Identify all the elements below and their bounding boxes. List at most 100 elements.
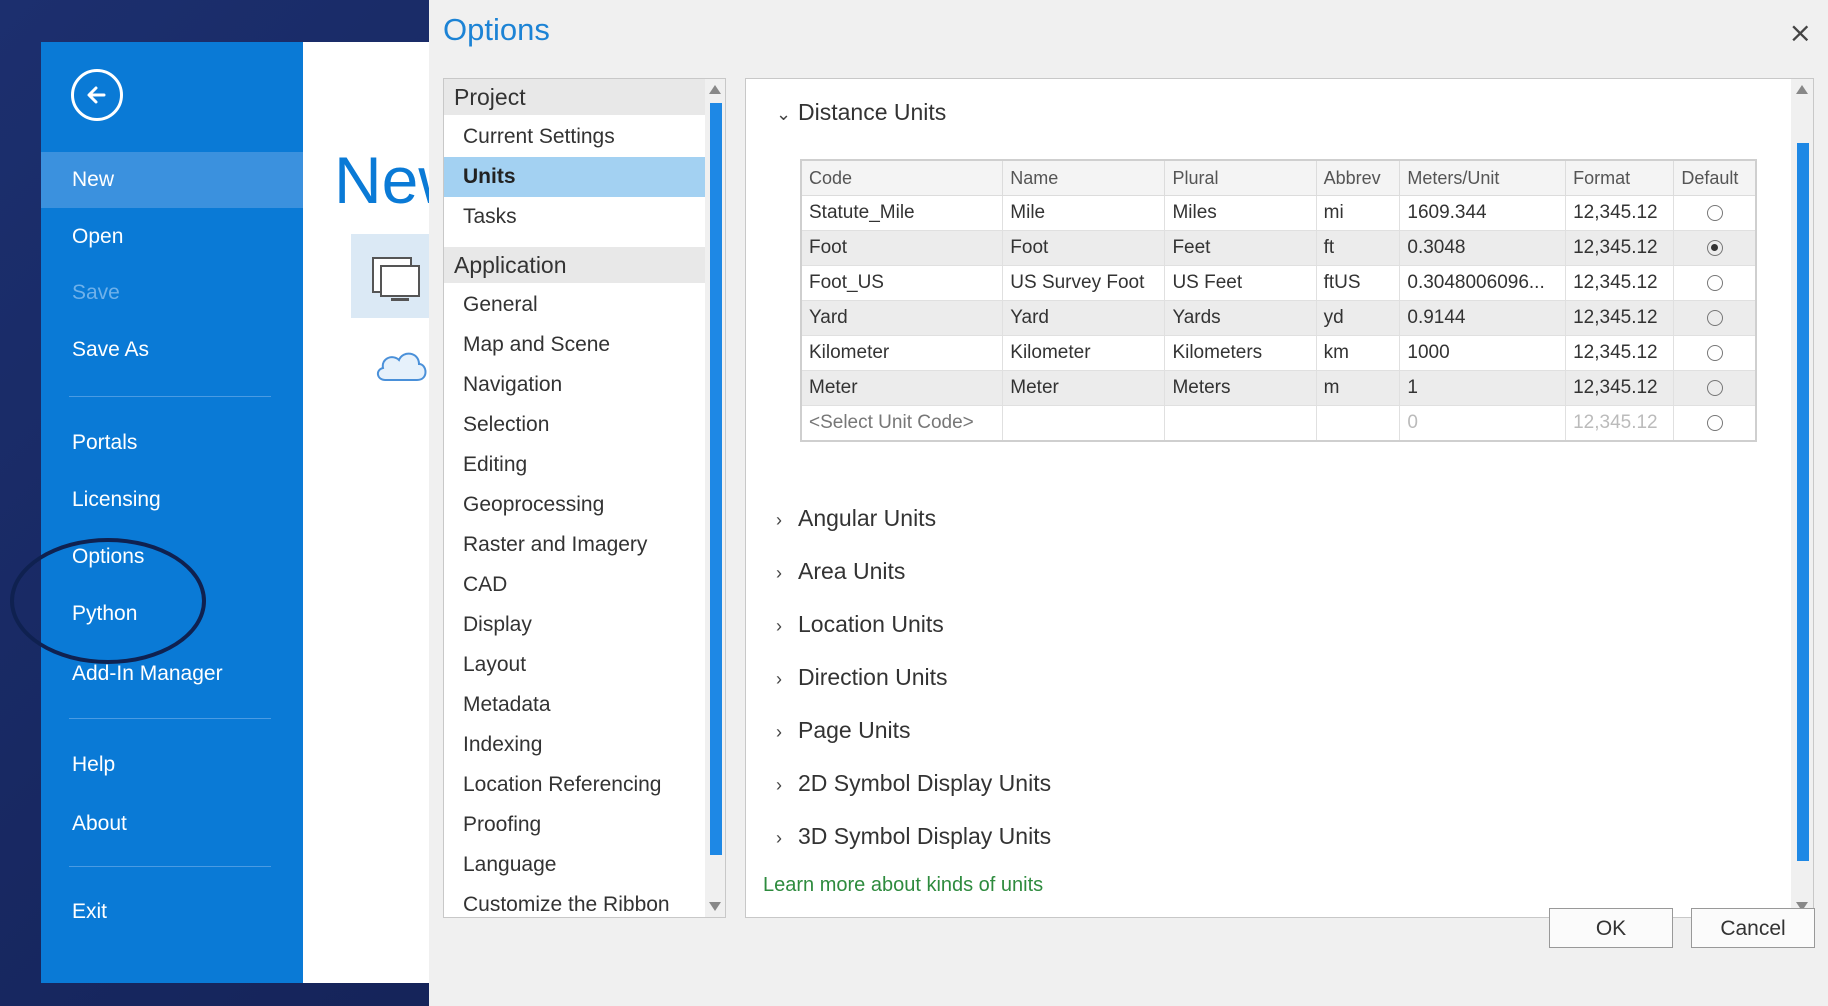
cell-plural[interactable]: US Feet [1164,265,1317,301]
cell-format[interactable]: 12,345.12 [1565,265,1675,301]
scroll-thumb[interactable] [710,103,722,855]
default-radio[interactable] [1706,309,1723,326]
column-header-meters-unit[interactable]: Meters/Unit [1399,159,1567,196]
default-radio[interactable] [1706,204,1723,221]
cell-meters[interactable]: 0.9144 [1399,300,1567,336]
section-area-units[interactable]: › Area Units [776,558,905,585]
scroll-thumb[interactable] [1797,143,1809,861]
nav-item-indexing[interactable]: Indexing [444,725,706,765]
default-radio[interactable] [1706,379,1723,396]
nav-item-customize-the-ribbon[interactable]: Customize the Ribbon [444,885,706,917]
cell-format[interactable]: 12,345.12 [1565,195,1675,231]
backstage-item-open[interactable]: Open [41,209,303,265]
column-header-format[interactable]: Format [1565,159,1675,196]
cell-meters[interactable]: 0.3048006096... [1399,265,1567,301]
backstage-item-save-as[interactable]: Save As [41,322,303,378]
cell-format[interactable]: 12,345.12 [1565,230,1675,266]
nav-item-selection[interactable]: Selection [444,405,706,445]
cell-abbrev[interactable]: m [1315,370,1401,406]
nav-item-location-referencing[interactable]: Location Referencing [444,765,706,805]
nav-item-editing[interactable]: Editing [444,445,706,485]
cell-abbrev[interactable] [1315,405,1401,442]
table-row[interactable]: Kilometer Kilometer Kilometers km 1000 1… [800,335,1757,371]
backstage-item-new[interactable]: New [41,152,303,208]
table-row[interactable]: Meter Meter Meters m 1 12,345.12 [800,370,1757,406]
cell-plural[interactable]: Feet [1164,230,1317,266]
nav-item-layout[interactable]: Layout [444,645,706,685]
cell-meters[interactable]: 0.3048 [1399,230,1567,266]
cell-format[interactable]: 12,345.12 [1565,370,1675,406]
ok-button[interactable]: OK [1549,908,1673,948]
scroll-down-icon[interactable] [709,902,721,911]
nav-item-navigation[interactable]: Navigation [444,365,706,405]
cell-name[interactable]: Mile [1002,195,1166,231]
nav-item-cad[interactable]: CAD [444,565,706,605]
nav-item-map-and-scene[interactable]: Map and Scene [444,325,706,365]
nav-item-metadata[interactable]: Metadata [444,685,706,725]
default-radio[interactable] [1706,274,1723,291]
section-direction-units[interactable]: › Direction Units [776,664,948,691]
table-row[interactable]: Statute_Mile Mile Miles mi 1609.344 12,3… [800,195,1757,231]
table-row-placeholder[interactable]: <Select Unit Code> 0 12,345.12 [800,405,1757,442]
cell-name[interactable]: Foot [1002,230,1166,266]
cell-code[interactable]: Foot_US [800,265,1004,301]
cell-abbrev[interactable]: km [1315,335,1401,371]
table-row[interactable]: Foot Foot Feet ft 0.3048 12,345.12 [800,230,1757,266]
nav-item-units[interactable]: Units [444,157,706,197]
section-distance-units[interactable]: ⌄ Distance Units [776,99,946,126]
default-radio-selected[interactable] [1706,239,1723,256]
cell-meters[interactable]: 1000 [1399,335,1567,371]
cell-code[interactable]: Kilometer [800,335,1004,371]
column-header-code[interactable]: Code [800,159,1004,196]
cell-plural[interactable] [1164,405,1317,442]
cell-format[interactable]: 12,345.12 [1565,405,1675,442]
cell-plural[interactable]: Kilometers [1164,335,1317,371]
select-unit-code-cell[interactable]: <Select Unit Code> [800,405,1004,442]
nav-item-language[interactable]: Language [444,845,706,885]
nav-item-current-settings[interactable]: Current Settings [444,117,706,157]
cell-name[interactable]: US Survey Foot [1002,265,1166,301]
cell-code[interactable]: Yard [800,300,1004,336]
column-header-default[interactable]: Default [1673,159,1757,196]
cell-format[interactable]: 12,345.12 [1565,335,1675,371]
backstage-item-licensing[interactable]: Licensing [41,472,303,528]
column-header-abbrev[interactable]: Abbrev [1315,159,1401,196]
close-icon[interactable]: × [1789,16,1812,49]
backstage-item-portals[interactable]: Portals [41,415,303,471]
default-radio[interactable] [1706,414,1723,431]
cell-meters[interactable]: 0 [1399,405,1567,442]
column-header-name[interactable]: Name [1002,159,1166,196]
table-row[interactable]: Yard Yard Yards yd 0.9144 12,345.12 [800,300,1757,336]
cell-code[interactable]: Statute_Mile [800,195,1004,231]
cell-meters[interactable]: 1609.344 [1399,195,1567,231]
scroll-up-icon[interactable] [1796,85,1808,94]
content-scrollbar[interactable] [1791,79,1813,917]
cell-code[interactable]: Foot [800,230,1004,266]
cell-name[interactable]: Kilometer [1002,335,1166,371]
cell-abbrev[interactable]: ft [1315,230,1401,266]
section-3d-symbol-display-units[interactable]: › 3D Symbol Display Units [776,823,1051,850]
cell-name[interactable] [1002,405,1166,442]
cell-name[interactable]: Meter [1002,370,1166,406]
new-project-tile[interactable] [351,234,429,318]
cell-abbrev[interactable]: ftUS [1315,265,1401,301]
cancel-button[interactable]: Cancel [1691,908,1815,948]
table-row[interactable]: Foot_US US Survey Foot US Feet ftUS 0.30… [800,265,1757,301]
default-radio[interactable] [1706,344,1723,361]
section-angular-units[interactable]: › Angular Units [776,505,936,532]
cell-plural[interactable]: Meters [1164,370,1317,406]
cell-plural[interactable]: Miles [1164,195,1317,231]
nav-item-general[interactable]: General [444,285,706,325]
cell-meters[interactable]: 1 [1399,370,1567,406]
section-page-units[interactable]: › Page Units [776,717,911,744]
nav-scrollbar[interactable] [705,79,725,917]
cell-abbrev[interactable]: mi [1315,195,1401,231]
nav-item-display[interactable]: Display [444,605,706,645]
backstage-item-help[interactable]: Help [41,737,303,793]
nav-item-proofing[interactable]: Proofing [444,805,706,845]
section-location-units[interactable]: › Location Units [776,611,944,638]
backstage-item-about[interactable]: About [41,796,303,852]
back-arrow-icon[interactable] [71,69,123,121]
nav-item-tasks[interactable]: Tasks [444,197,706,237]
nav-item-raster-and-imagery[interactable]: Raster and Imagery [444,525,706,565]
